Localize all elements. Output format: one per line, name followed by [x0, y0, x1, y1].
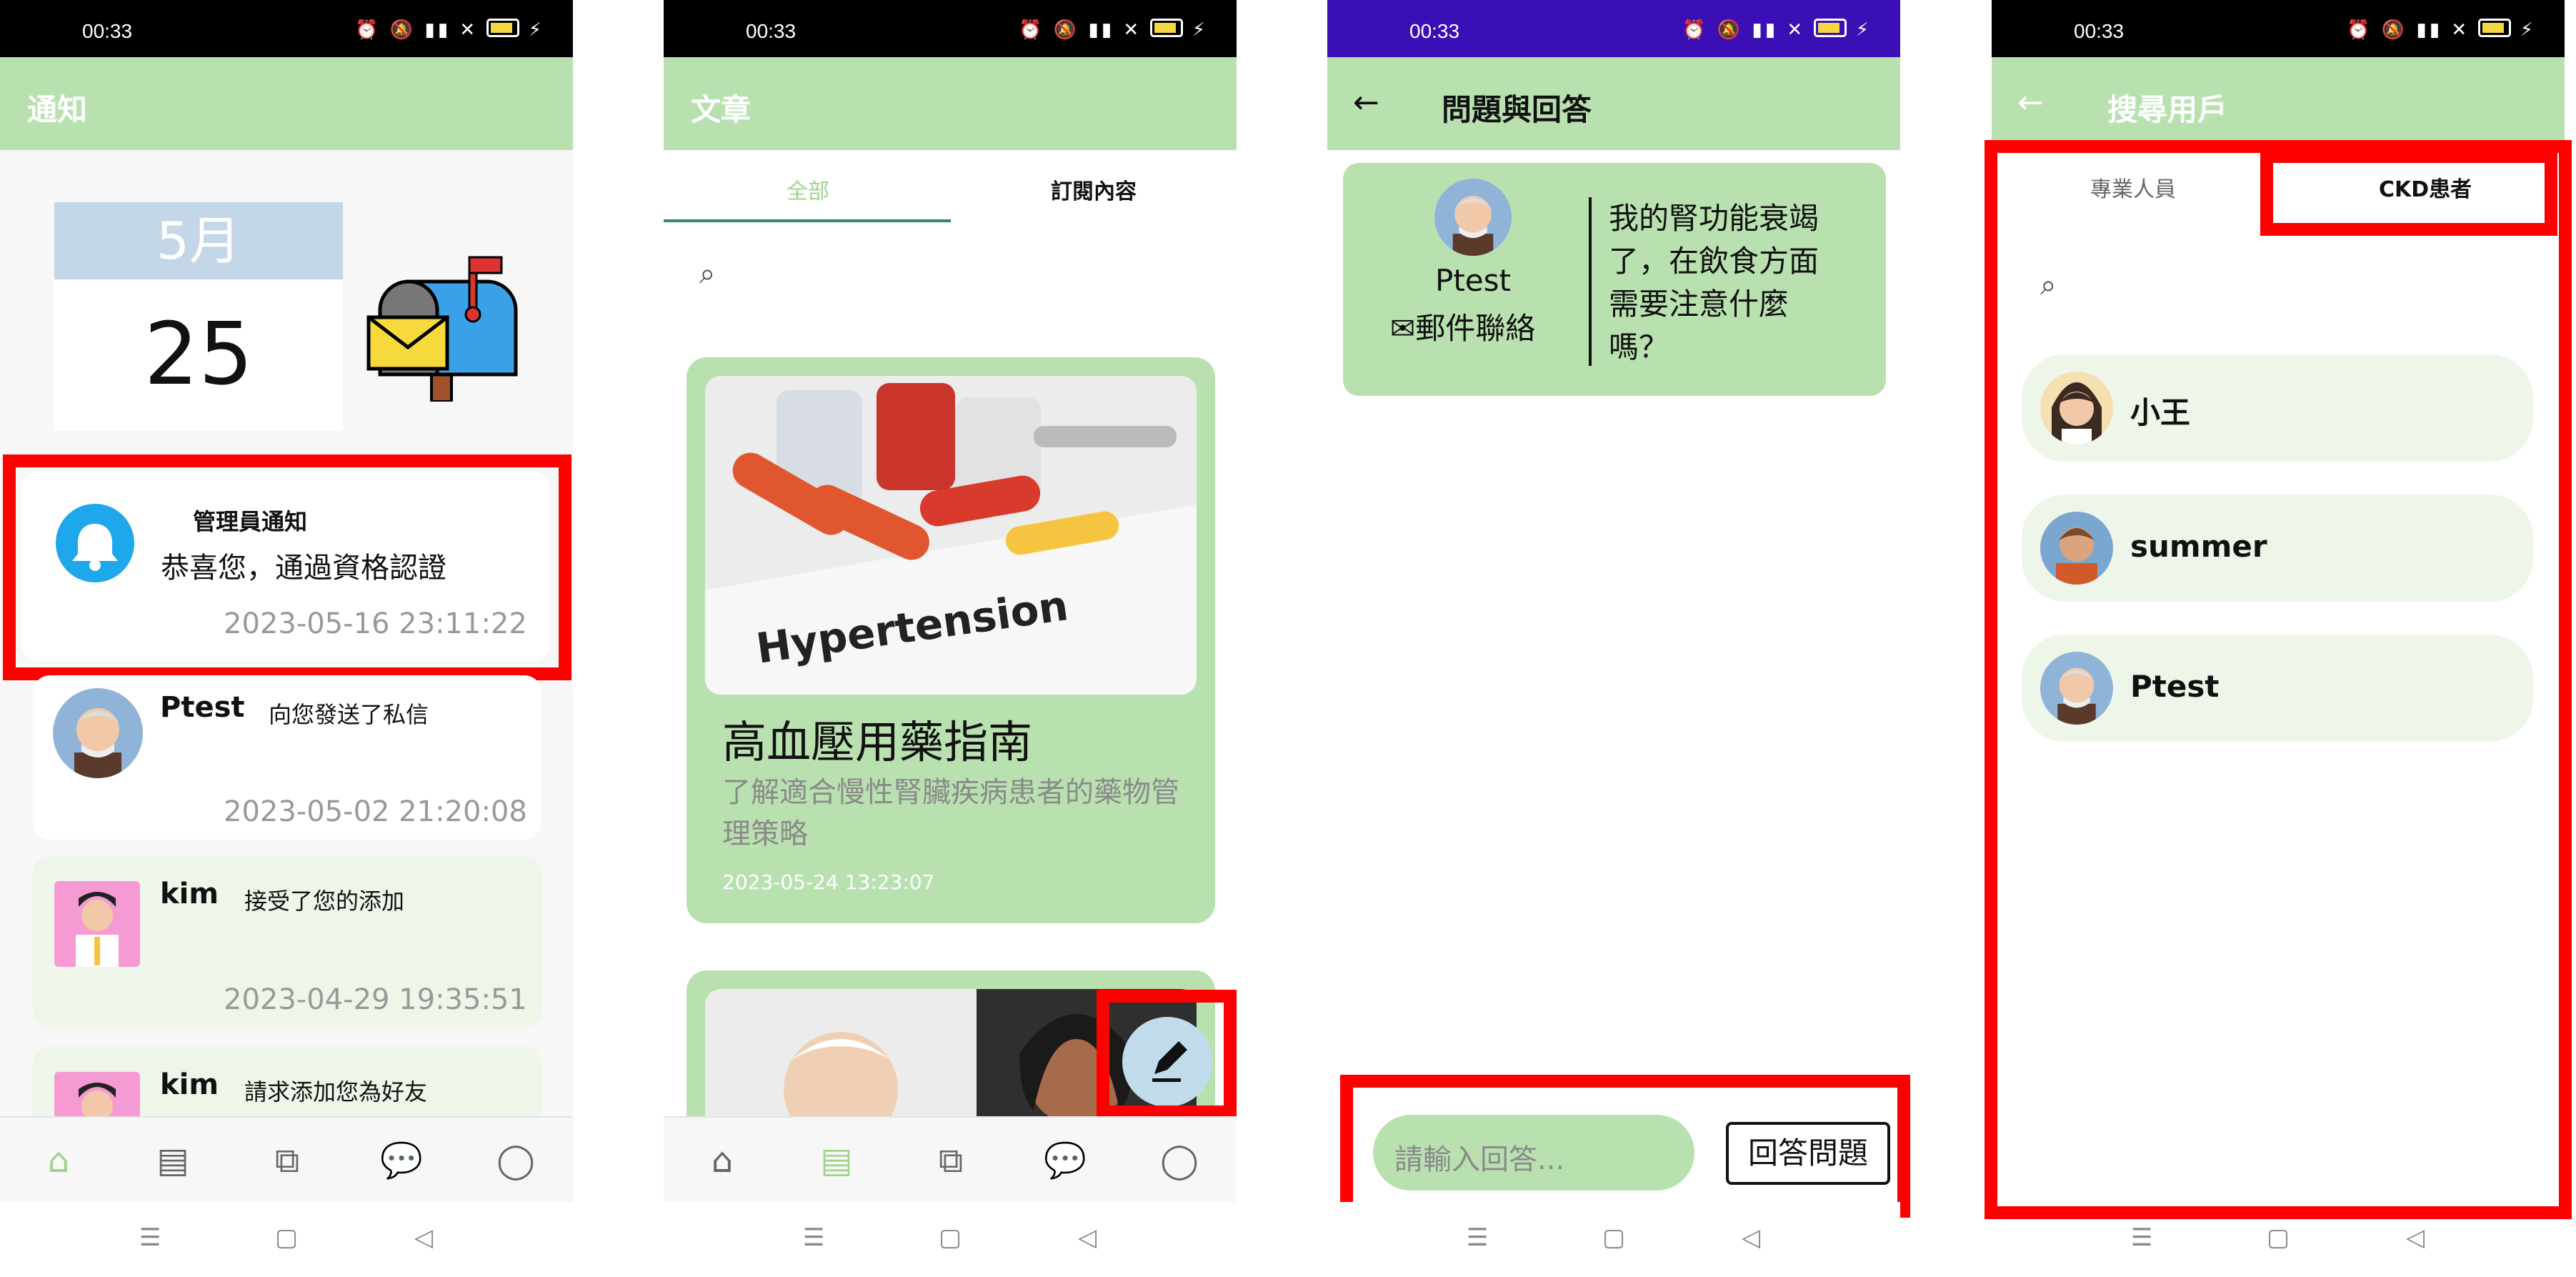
- contact-link[interactable]: ✉郵件聯絡: [1390, 304, 1535, 348]
- notification-card-kim[interactable]: kim 接受了您的添加 2023-04-29 19:35:51: [33, 856, 541, 1028]
- status-icons: ⏰ 🔕 ▮▮ ✕ ⚡: [355, 19, 544, 41]
- status-time: 00:33: [2074, 20, 2125, 42]
- home-button-icon[interactable]: ▢: [1602, 1223, 1625, 1252]
- article-date: 2023-05-24 13:23:07: [722, 870, 935, 894]
- status-bar: 00:33 ⏰ 🔕 ▮▮ ✕ ⚡: [664, 0, 1237, 57]
- highlight-box: [1985, 140, 2572, 1219]
- status-time: 00:33: [1409, 20, 1460, 42]
- back-arrow-icon[interactable]: ←: [1353, 84, 1379, 121]
- battery-icon: [2478, 19, 2512, 37]
- article-icon[interactable]: ▤: [815, 1139, 858, 1182]
- article-description: 了解適合慢性腎臟疾病患者的藥物管理策略: [722, 776, 1179, 850]
- article-icon[interactable]: ▤: [151, 1139, 194, 1182]
- notification-time: 2023-05-02 21:20:08: [224, 795, 527, 828]
- search-icon[interactable]: ⌕: [699, 257, 715, 290]
- battery-icon: [1150, 19, 1184, 37]
- status-icons: ⏰ 🔕 ▮▮ ✕ ⚡: [1019, 19, 1208, 41]
- divider: [1589, 197, 1592, 366]
- status-bar: 00:33 ⏰ 🔕 ▮▮ ✕ ⚡: [0, 0, 573, 57]
- chat-icon[interactable]: 💬: [1044, 1139, 1087, 1182]
- highlight-box: [3, 454, 571, 680]
- notification-message: 請求添加您為好友: [244, 1078, 428, 1105]
- highlight-box: [1340, 1075, 1910, 1218]
- notification-message: 接受了您的添加: [244, 888, 405, 915]
- calendar-day: 25: [54, 279, 343, 431]
- back-button-icon[interactable]: ◁: [2406, 1223, 2425, 1252]
- avatar-ptest: [53, 688, 143, 778]
- app-bar: ← 問題與回答: [1327, 57, 1900, 150]
- question-text: 我的腎功能衰竭了，在飲食方面需要注意什麼嗎？: [1609, 201, 1819, 364]
- bottom-nav: ⌂ ▤ ⧉ 💬 ◯: [664, 1116, 1237, 1203]
- status-time: 00:33: [746, 20, 797, 42]
- home-button-icon[interactable]: ▢: [2267, 1223, 2290, 1252]
- notification-card-ptest[interactable]: Ptest 向您發送了私信 2023-05-02 21:20:08: [33, 675, 541, 840]
- profile-icon[interactable]: ◯: [494, 1139, 537, 1182]
- app-bar: ← 搜尋用戶: [1992, 57, 2565, 150]
- status-icons: ⏰ 🔕 ▮▮ ✕ ⚡: [2347, 19, 2536, 41]
- back-button-icon[interactable]: ◁: [1742, 1223, 1760, 1252]
- status-icons: ⏰ 🔕 ▮▮ ✕ ⚡: [1682, 19, 1872, 41]
- phone-notifications: 00:33 ⏰ 🔕 ▮▮ ✕ ⚡ 通知 5月 25 管理員通知 恭喜您，通過資格…: [0, 0, 573, 1277]
- article-title: 高血壓用藥指南: [722, 716, 1033, 768]
- contact-label: 郵件聯絡: [1415, 311, 1536, 346]
- notification-sender: kim: [160, 878, 219, 910]
- calendar-month: 5月: [54, 202, 343, 279]
- battery-icon: [1814, 19, 1847, 37]
- envelope-icon: ✉: [1390, 311, 1416, 346]
- notification-sender: Ptest: [160, 691, 245, 724]
- question-card[interactable]: Ptest ✉郵件聯絡 我的腎功能衰竭了，在飲食方面需要注意什麼嗎？: [1343, 163, 1886, 396]
- home-icon[interactable]: ⌂: [701, 1139, 744, 1182]
- notification-message: 向您發送了私信: [269, 701, 429, 728]
- home-icon[interactable]: ⌂: [37, 1139, 80, 1182]
- chat-icon[interactable]: 💬: [380, 1139, 423, 1182]
- notification-sender: kim: [160, 1068, 219, 1101]
- translate-icon[interactable]: ⧉: [929, 1139, 972, 1182]
- mailbox-icon: [366, 256, 518, 402]
- menu-icon[interactable]: ☰: [139, 1223, 161, 1252]
- status-bar: 00:33 ⏰ 🔕 ▮▮ ✕ ⚡: [1327, 0, 1900, 57]
- menu-icon[interactable]: ☰: [1467, 1223, 1488, 1252]
- app-bar: 文章: [664, 57, 1237, 150]
- system-nav: ☰ ▢ ◁: [0, 1202, 573, 1277]
- page-title: 問題與回答: [1442, 92, 1592, 127]
- tab-indicator: [664, 219, 951, 222]
- highlight-box: [1097, 990, 1237, 1118]
- translate-icon[interactable]: ⧉: [266, 1139, 309, 1182]
- status-time: 00:33: [82, 20, 133, 42]
- home-button-icon[interactable]: ▢: [939, 1223, 962, 1252]
- question-author: Ptest: [1435, 263, 1511, 298]
- avatar-kim: [54, 881, 140, 967]
- tab-subscribed[interactable]: 訂閱內容: [1051, 174, 1137, 205]
- battery-icon: [486, 19, 520, 37]
- notification-time: 2023-04-29 19:35:51: [224, 983, 527, 1016]
- page-title: 搜尋用戶: [2107, 92, 2228, 127]
- back-arrow-icon[interactable]: ←: [2017, 84, 2044, 121]
- system-nav: ☰ ▢ ◁: [664, 1202, 1237, 1277]
- app-bar: 通知: [0, 57, 573, 150]
- page-title: 通知: [27, 92, 88, 127]
- profile-icon[interactable]: ◯: [1158, 1139, 1201, 1182]
- page-title: 文章: [691, 92, 752, 127]
- menu-icon[interactable]: ☰: [2131, 1223, 2152, 1252]
- article-card[interactable]: Hypertension 高血壓用藥指南 了解適合慢性腎臟疾病患者的藥物管理策略…: [687, 357, 1215, 923]
- system-nav: ☰ ▢ ◁: [1327, 1202, 1900, 1277]
- back-button-icon[interactable]: ◁: [414, 1223, 433, 1252]
- bottom-nav: ⌂ ▤ ⧉ 💬 ◯: [0, 1116, 573, 1203]
- back-button-icon[interactable]: ◁: [1078, 1223, 1097, 1252]
- tab-all[interactable]: 全部: [787, 174, 829, 205]
- article-image: Hypertension: [705, 376, 1197, 695]
- phone-articles: 00:33 ⏰ 🔕 ▮▮ ✕ ⚡ 文章 全部 訂閱內容 ⌕ Hypertensi…: [664, 0, 1237, 1277]
- home-button-icon[interactable]: ▢: [275, 1223, 298, 1252]
- menu-icon[interactable]: ☰: [803, 1223, 824, 1252]
- status-bar: 00:33 ⏰ 🔕 ▮▮ ✕ ⚡: [1992, 0, 2565, 57]
- avatar-ptest: [1434, 179, 1512, 256]
